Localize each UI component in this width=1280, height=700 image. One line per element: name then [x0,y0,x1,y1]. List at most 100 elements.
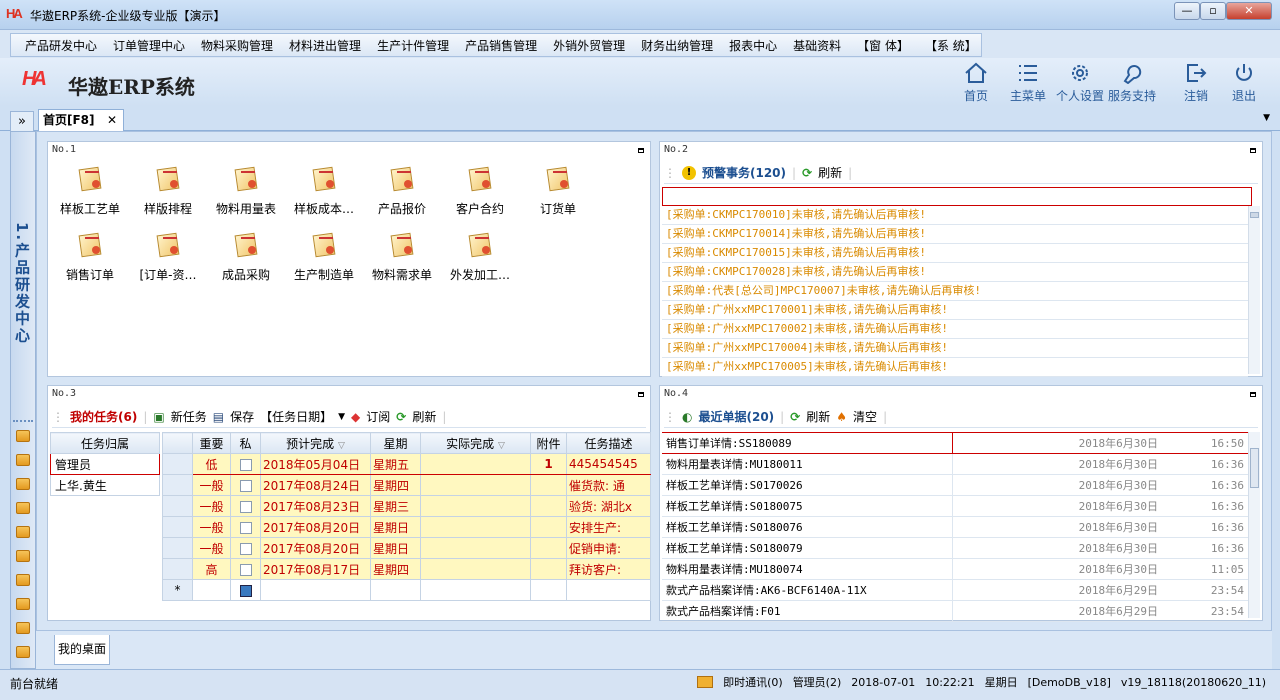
shortcut-10[interactable]: 成品采购 [208,232,284,283]
warnings-scrollbar[interactable] [1248,206,1260,374]
attachment-cell[interactable] [530,474,567,496]
warning-item[interactable]: [采购单:代表[总公司]MPC170007]未审核,请先确认后再审核! [662,282,1248,301]
column-header[interactable]: 重要 [192,432,231,454]
recent-doc-row[interactable]: 样板工艺单详情:S0170026 2018年6月30日 16:36 [662,474,1248,496]
due-date-cell[interactable]: 2017年08月23日 [260,495,371,517]
task-row[interactable]: 一般 2017年08月23日 星期三 验货: 湖北x [162,495,651,517]
actual-date-cell[interactable] [420,558,531,580]
attachment-cell[interactable] [530,495,567,517]
recent-docs-label[interactable]: 最近单据(20) [698,408,774,425]
importance-cell[interactable]: 一般 [192,474,231,496]
new-task-button[interactable]: 新任务 [171,408,207,425]
subscribe-button[interactable]: 订阅 [366,408,390,425]
folder-icon[interactable] [16,574,30,586]
refresh-button[interactable]: 刷新 [806,408,830,425]
column-header[interactable]: 实际完成 ▽ [420,432,531,454]
menu-item[interactable]: 产品研发中心 [17,37,105,54]
attachment-cell[interactable] [530,516,567,538]
menu-item[interactable]: 材料进出管理 [281,37,369,54]
maximize-panel-icon[interactable] [638,392,644,397]
description-cell[interactable]: 促销申请: [566,537,651,559]
row-selector[interactable] [162,516,193,538]
tab-list-dropdown-icon[interactable]: ▼ [1263,113,1270,123]
refresh-icon[interactable]: ⟳ [396,410,406,424]
folder-icon[interactable] [16,550,30,562]
main-menu-button[interactable]: 主菜单 [1004,62,1052,104]
close-tab-icon[interactable]: ✕ [107,110,117,130]
column-header[interactable]: 私 [230,432,261,454]
shortcut-11[interactable]: 生产制造单 [286,232,362,283]
recent-doc-row[interactable]: 款式产品档案详情:AK6-BCF6140A-11X 2018年6月29日 23:54 [662,579,1248,601]
description-cell[interactable]: 拜访客户: [566,558,651,580]
folder-icon[interactable] [16,502,30,514]
warning-item[interactable]: [采购单:广州xxMPC170005]未审核,请先确认后再审核! [662,358,1248,377]
menu-item[interactable]: 报表中心 [721,37,785,54]
menu-item[interactable]: 订单管理中心 [105,37,193,54]
task-row[interactable]: 一般 2017年08月20日 星期日 促销申请: [162,537,651,559]
row-selector[interactable] [162,453,193,475]
warning-item[interactable]: [采购单:广州xxMPC170002]未审核,请先确认后再审核! [662,320,1248,339]
owner-item[interactable]: 管理员 [50,453,160,475]
tab-home[interactable]: 首页[F8] ✕ [38,109,124,131]
doc-name[interactable]: 销售订单详情:SS180089 [662,432,953,454]
shortcut-1[interactable]: 样板工艺单 [52,166,128,217]
private-checkbox[interactable] [239,500,252,513]
chevron-down-icon[interactable]: ▼ [338,412,345,422]
warning-item[interactable]: [采购单:CKMPC170014]未审核,请先确认后再审核! [662,225,1248,244]
due-date-cell[interactable]: 2018年05月04日 [260,453,371,475]
expand-sidebar-button[interactable]: » [10,111,34,133]
close-window-button[interactable]: ✕ [1226,2,1272,20]
warning-item[interactable]: [采购单:广州xxMPC170004]未审核,请先确认后再审核! [662,339,1248,358]
tab-my-desktop[interactable]: 我的桌面 [54,635,110,665]
menu-item[interactable]: 生产计件管理 [369,37,457,54]
mail-icon[interactable] [697,676,714,688]
refresh-icon[interactable]: ⟳ [790,410,800,424]
menu-item[interactable]: 基础资料 [785,37,849,54]
private-cell[interactable] [230,495,261,517]
owner-item[interactable]: 上华.黄生 [50,474,160,496]
shortcut-13[interactable]: 外发加工… [442,232,518,283]
doc-name[interactable]: 物料用量表详情:MU180011 [662,453,953,475]
recent-doc-row[interactable]: 款式产品档案详情:F01 2018年6月29日 23:54 [662,600,1248,622]
importance-cell[interactable]: 高 [192,558,231,580]
due-date-cell[interactable]: 2017年08月24日 [260,474,371,496]
warnings-label[interactable]: 预警事务(120) [702,164,786,181]
shortcut-9[interactable]: [订单-资… [130,232,206,283]
warning-item[interactable]: [采购单:CKMPC170015]未审核,请先确认后再审核! [662,244,1248,263]
private-cell[interactable] [230,558,261,580]
menu-item[interactable]: 【系 统】 [917,37,985,54]
recent-doc-row[interactable]: 物料用量表详情:MU180074 2018年6月30日 11:05 [662,558,1248,580]
menu-item[interactable]: 财务出纳管理 [633,37,721,54]
task-row[interactable]: 一般 2017年08月20日 星期日 安排生产: [162,516,651,538]
folder-icon[interactable] [16,430,30,442]
actual-date-cell[interactable] [420,516,531,538]
folder-icon[interactable] [16,646,30,658]
due-date-cell[interactable]: 2017年08月17日 [260,558,371,580]
maximize-panel-icon[interactable] [1250,392,1256,397]
doc-name[interactable]: 款式产品档案详情:F01 [662,600,953,622]
warning-item[interactable]: [采购单:CKMPC170010]未审核,请先确认后再审核! [662,206,1248,225]
private-cell[interactable] [230,516,261,538]
logout-button[interactable]: 注销 [1172,62,1220,104]
doc-name[interactable]: 样板工艺单详情:S0180075 [662,495,953,517]
shortcut-5[interactable]: 产品报价 [364,166,440,217]
shortcut-12[interactable]: 物料需求单 [364,232,440,283]
save-button[interactable]: 保存 [230,408,254,425]
doc-name[interactable]: 物料用量表详情:MU180074 [662,558,953,580]
column-header[interactable]: 预计完成 ▽ [260,432,371,454]
recent-doc-row[interactable]: 样板工艺单详情:S0180076 2018年6月30日 16:36 [662,516,1248,538]
home-button[interactable]: 首页 [952,62,1000,104]
warning-item[interactable]: [采购单:广州xxMPC170001]未审核,请先确认后再审核! [662,301,1248,320]
minimize-button[interactable]: — [1174,2,1200,20]
warning-filter-row[interactable] [662,187,1252,206]
warning-item[interactable]: [采购单:CKMPC170028]未审核,请先确认后再审核! [662,263,1248,282]
shortcut-2[interactable]: 样版排程 [130,166,206,217]
row-selector[interactable] [162,537,193,559]
private-cell[interactable] [230,537,261,559]
task-row[interactable]: 低 2018年05月04日 星期五 1 445454545 [162,453,651,475]
importance-cell[interactable]: 一般 [192,495,231,517]
recent-doc-row[interactable]: 样板工艺单详情:S0180079 2018年6月30日 16:36 [662,537,1248,559]
actual-date-cell[interactable] [420,453,531,475]
recent-doc-row[interactable]: 样板工艺单详情:S0180075 2018年6月30日 16:36 [662,495,1248,517]
private-checkbox[interactable] [239,458,252,471]
